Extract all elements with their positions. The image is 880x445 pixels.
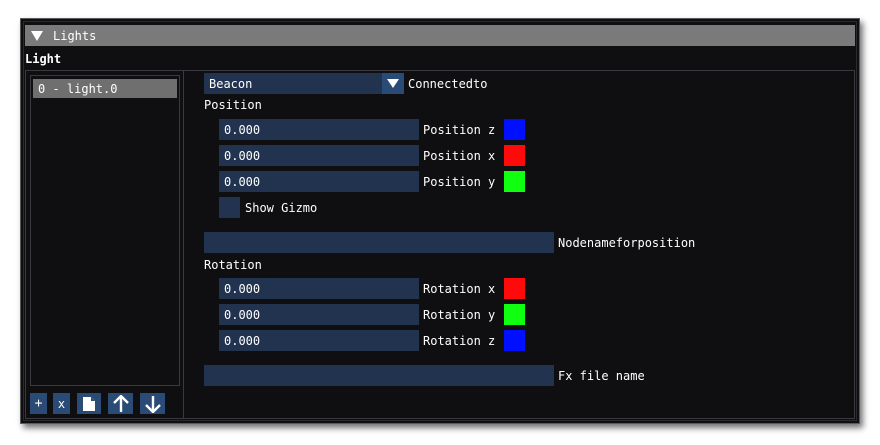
light-list: [30, 75, 180, 386]
move-down-button[interactable]: [140, 393, 165, 414]
position-x-color: [504, 145, 525, 166]
rotation-header: Rotation: [204, 258, 262, 272]
rotation-y-color: [504, 304, 525, 325]
rotation-x-input[interactable]: 0.000: [219, 278, 419, 299]
add-light-button[interactable]: +: [30, 393, 47, 414]
position-z-input[interactable]: 0.000: [219, 119, 419, 140]
rotation-x-label: Rotation x: [423, 281, 496, 296]
show-gizmo-checkbox[interactable]: [219, 197, 240, 218]
position-y-color: [504, 171, 525, 192]
rotation-y-input[interactable]: 0.000: [219, 304, 419, 325]
rotation-z-input[interactable]: 0.000: [219, 330, 419, 351]
collapse-triangle-icon[interactable]: [31, 30, 43, 41]
section-label: Light: [25, 52, 62, 66]
copy-light-button[interactable]: [77, 393, 101, 414]
rotation-z-color: [504, 330, 525, 351]
connected-to-value: Beacon: [209, 76, 253, 91]
position-y-input[interactable]: 0.000: [219, 171, 419, 192]
node-name-input[interactable]: [204, 232, 554, 253]
move-up-button[interactable]: [108, 393, 133, 414]
arrow-up-icon: [112, 394, 129, 412]
connected-to-dropdown[interactable]: Beacon: [204, 73, 404, 94]
fx-file-input[interactable]: [204, 365, 554, 386]
fx-file-label: Fx file name: [558, 368, 645, 383]
position-x-label: Position x: [423, 148, 496, 163]
rotation-z-label: Rotation z: [423, 333, 496, 348]
dropdown-toggle-button[interactable]: [382, 73, 404, 94]
position-z-label: Position z: [423, 122, 496, 137]
rotation-x-color: [504, 278, 525, 299]
rotation-y-label: Rotation y: [423, 307, 496, 322]
show-gizmo-label: Show Gizmo: [245, 200, 318, 215]
window-title: Lights: [53, 28, 97, 43]
panel-divider: [183, 71, 184, 418]
connected-to-label: Connectedto: [408, 76, 488, 91]
copy-icon: [83, 396, 95, 411]
position-y-label: Position y: [423, 174, 496, 189]
chevron-down-icon: [387, 79, 399, 88]
position-header: Position: [204, 98, 262, 112]
list-item[interactable]: 0 - light.0: [33, 79, 177, 98]
remove-light-button[interactable]: x: [53, 393, 70, 414]
node-name-label: Nodenameforposition: [558, 235, 696, 250]
position-z-color: [504, 119, 525, 140]
lights-header[interactable]: Lights: [25, 25, 855, 46]
arrow-down-icon: [144, 395, 161, 413]
position-x-input[interactable]: 0.000: [219, 145, 419, 166]
lights-window: Lights Light 0 - light.0 + x Beacon Conn…: [20, 18, 860, 424]
